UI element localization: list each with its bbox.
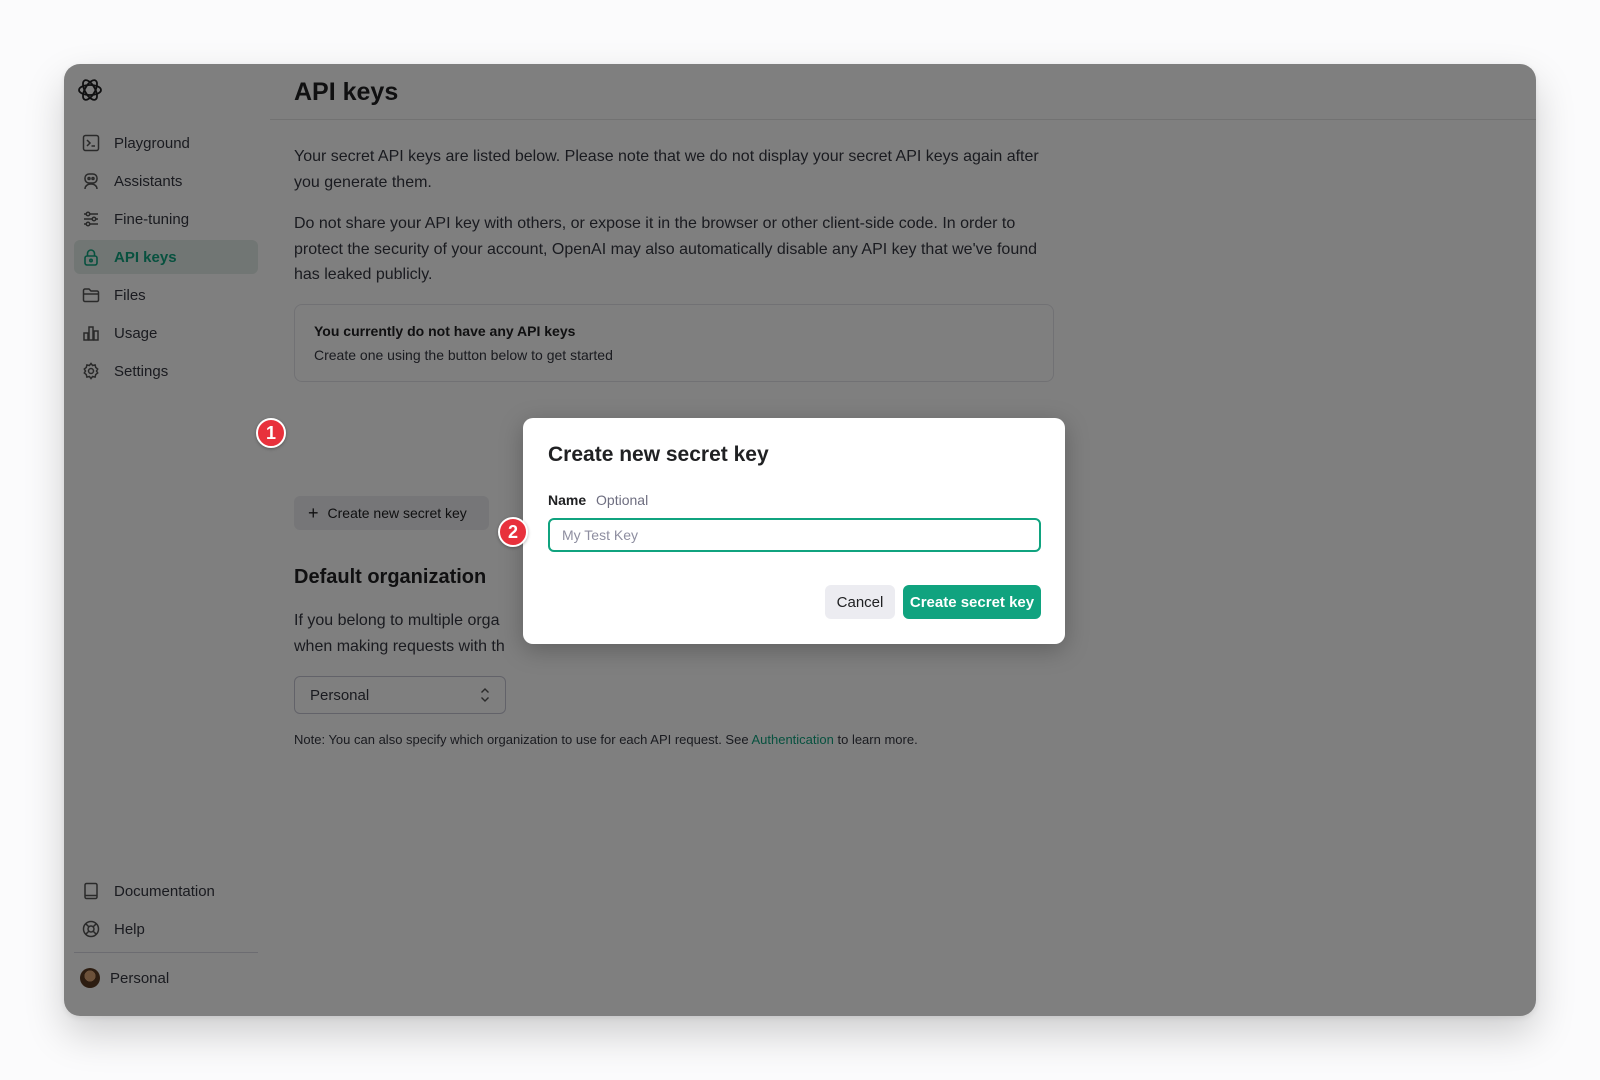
name-label: Name xyxy=(548,492,587,508)
app-window: Playground Assistants Fine-tuning API ke… xyxy=(64,64,1536,1016)
create-secret-key-dialog: Create new secret key Name Optional Canc… xyxy=(523,418,1065,644)
cancel-button[interactable]: Cancel xyxy=(825,585,895,619)
key-name-input[interactable] xyxy=(548,518,1041,552)
dialog-title: Create new secret key xyxy=(548,443,769,466)
create-secret-key-button[interactable]: Create secret key xyxy=(903,585,1041,619)
optional-hint: Optional xyxy=(596,492,649,508)
step-badge-1: 1 xyxy=(256,418,286,448)
step-badge-2: 2 xyxy=(498,517,528,547)
name-field-label: Name Optional xyxy=(548,492,648,508)
